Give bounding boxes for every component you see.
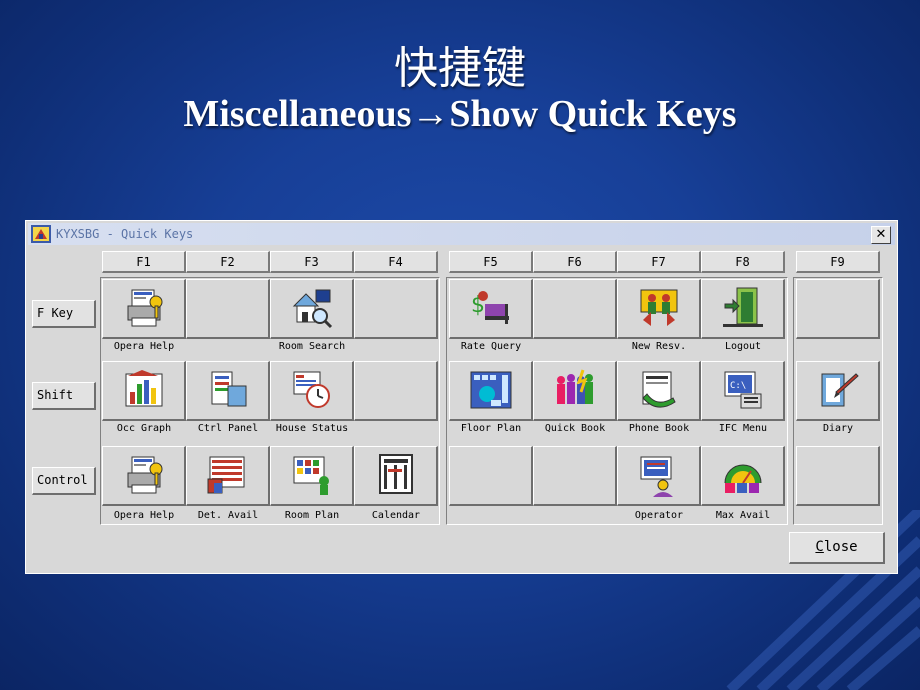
svg-text:C:\: C:\ — [730, 381, 746, 391]
row-button-f-key[interactable]: F Key — [32, 300, 96, 328]
control-panel-icon — [211, 371, 247, 407]
opera-help-icon — [127, 289, 163, 327]
new-reservation-icon — [640, 289, 678, 326]
quick-key-caption: New Resv. — [631, 341, 687, 352]
quick-key-empty[interactable] — [186, 279, 270, 339]
quick-key-caption: IFC Menu — [718, 423, 768, 434]
quick-key-caption — [449, 510, 533, 524]
quick-key-ifc-menu[interactable]: C:\ — [701, 361, 785, 421]
quick-key-caption: Opera Help — [113, 510, 175, 521]
quick-key-caption: Calendar — [371, 510, 421, 521]
ifc-menu-icon: C:\ — [724, 371, 762, 409]
quick-key-caption: Room Plan — [284, 510, 340, 521]
quick-key-rate-query[interactable]: $ — [449, 279, 533, 339]
quick-key-empty[interactable] — [449, 446, 533, 506]
quick-key-empty[interactable] — [354, 279, 438, 339]
slide-title-english: Miscellaneous→Show Quick Keys — [183, 93, 737, 135]
quick-key-empty[interactable] — [796, 279, 880, 339]
column-header-6: F6 — [533, 251, 617, 273]
floor-plan-icon — [470, 371, 512, 409]
quick-keys-window: KYXSBG - Quick Keys ✕ F1 F2 F3 F4 F5 F6 F7 F8 F9… — [25, 220, 898, 574]
quick-key-caption: Logout — [724, 341, 762, 352]
quick-key-empty[interactable] — [533, 446, 617, 506]
close-button-label: Close — [815, 539, 858, 555]
quick-key-caption: House Status — [275, 423, 349, 434]
quick-key-quick-book[interactable] — [533, 361, 617, 421]
row-button-control[interactable]: Control — [32, 467, 96, 495]
column-header-9: F9 — [796, 251, 880, 273]
column-header-4: F4 — [354, 251, 438, 273]
quick-book-icon — [557, 369, 593, 404]
column-header-5: F5 — [449, 251, 533, 273]
quick-key-caption — [354, 341, 438, 355]
rate-query-icon: $ — [471, 291, 509, 324]
quick-key-caption — [533, 510, 617, 524]
detailed-availability-icon — [207, 456, 245, 494]
app-icon — [31, 225, 51, 243]
quick-key-operator[interactable] — [617, 446, 701, 506]
column-header-2: F2 — [186, 251, 270, 273]
quick-key-calendar[interactable] — [354, 446, 438, 506]
quick-key-caption — [186, 341, 270, 355]
quick-key-caption: Floor Plan — [460, 423, 522, 434]
quick-key-new-reservation[interactable] — [617, 279, 701, 339]
room-search-icon — [292, 289, 333, 329]
quick-key-caption: Max Avail — [715, 510, 771, 521]
quick-key-caption — [533, 341, 617, 355]
quick-key-caption: Diary — [822, 423, 854, 434]
quick-key-opera-help[interactable] — [102, 279, 186, 339]
quick-key-house-status[interactable] — [270, 361, 354, 421]
quick-key-caption — [796, 510, 880, 524]
column-header-8: F8 — [701, 251, 785, 273]
quick-key-room-search[interactable] — [270, 279, 354, 339]
quick-key-caption: Det. Avail — [197, 510, 259, 521]
phone-book-icon — [642, 371, 676, 408]
operator-icon — [640, 456, 673, 497]
quick-key-max-availability[interactable] — [701, 446, 785, 506]
quick-key-opera-help[interactable] — [102, 446, 186, 506]
quick-key-caption: Ctrl Panel — [197, 423, 259, 434]
quick-key-room-plan[interactable] — [270, 446, 354, 506]
window-title: KYXSBG - Quick Keys — [56, 227, 194, 241]
quick-key-caption — [796, 341, 880, 355]
house-status-icon — [293, 371, 330, 408]
quick-key-diary[interactable] — [796, 361, 880, 421]
quick-key-empty[interactable] — [796, 446, 880, 506]
quick-key-caption — [354, 423, 438, 437]
quick-key-caption: Opera Help — [113, 341, 175, 352]
logout-icon — [723, 287, 763, 327]
quick-key-floor-plan[interactable] — [449, 361, 533, 421]
close-button[interactable]: Close — [789, 532, 885, 564]
diary-icon — [821, 373, 859, 407]
opera-help-icon — [127, 456, 163, 494]
quick-key-logout[interactable] — [701, 279, 785, 339]
column-header-3: F3 — [270, 251, 354, 273]
quick-key-caption: Quick Book — [544, 423, 606, 434]
quick-key-phone-book[interactable] — [617, 361, 701, 421]
quick-key-caption: Phone Book — [628, 423, 690, 434]
quick-key-caption: Occ Graph — [116, 423, 172, 434]
quick-key-empty[interactable] — [354, 361, 438, 421]
quick-key-occupancy-graph[interactable] — [102, 361, 186, 421]
quick-key-caption: Operator — [634, 510, 684, 521]
max-availability-icon — [724, 464, 762, 493]
quick-key-empty[interactable] — [533, 279, 617, 339]
quick-key-detailed-availability[interactable] — [186, 446, 270, 506]
slide-title-chinese: 快捷键 — [394, 43, 526, 94]
occupancy-graph-icon — [125, 370, 163, 407]
quick-key-control-panel[interactable] — [186, 361, 270, 421]
room-plan-icon — [293, 456, 329, 495]
window-titlebar: KYXSBG - Quick Keys ✕ — [28, 223, 895, 245]
quick-key-caption: Rate Query — [460, 341, 522, 352]
column-header-7: F7 — [617, 251, 701, 273]
quick-key-caption: Room Search — [278, 341, 346, 352]
column-header-1: F1 — [102, 251, 186, 273]
window-close-icon[interactable]: ✕ — [871, 226, 891, 244]
row-button-shift[interactable]: Shift — [32, 382, 96, 410]
calendar-icon — [379, 454, 413, 494]
